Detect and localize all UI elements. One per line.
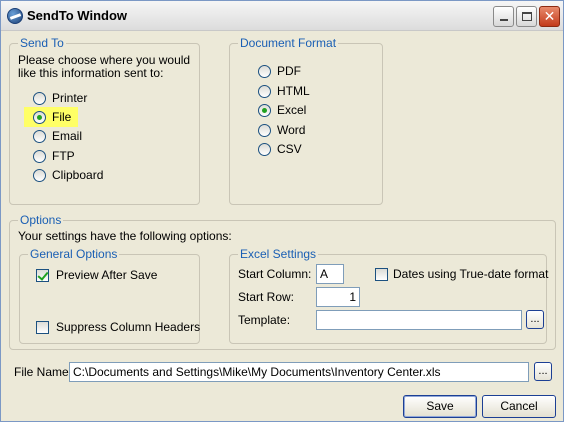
preview-after-save-checkbox[interactable] xyxy=(36,269,49,282)
options-legend: Options xyxy=(18,213,64,227)
window-title: SendTo Window xyxy=(27,8,128,23)
true-date-checkbox[interactable] xyxy=(375,268,388,281)
radio-excel-label[interactable]: Excel xyxy=(277,103,306,117)
radio-csv-label[interactable]: CSV xyxy=(277,142,302,156)
send-to-legend: Send To xyxy=(18,36,66,50)
document-format-legend: Document Format xyxy=(238,36,339,50)
file-name-label: File Name: xyxy=(14,365,73,379)
start-column-input[interactable]: A xyxy=(316,264,344,284)
suppress-column-headers-checkbox[interactable] xyxy=(36,321,49,334)
start-row-label: Start Row: xyxy=(238,290,295,304)
send-to-prompt-line2: like this information sent to: xyxy=(18,66,164,80)
radio-email[interactable] xyxy=(33,130,46,143)
radio-word[interactable] xyxy=(258,124,271,137)
radio-pdf[interactable] xyxy=(258,65,271,78)
file-name-input[interactable]: C:\Documents and Settings\Mike\My Docume… xyxy=(69,362,529,382)
minimize-icon xyxy=(499,19,508,21)
send-to-group: Send To Please choose where you would li… xyxy=(9,36,200,205)
radio-ftp-label[interactable]: FTP xyxy=(52,149,75,163)
maximize-button[interactable] xyxy=(516,6,537,27)
radio-file-label[interactable]: File xyxy=(52,110,71,124)
radio-file-selected[interactable] xyxy=(33,111,46,124)
radio-ftp[interactable] xyxy=(33,150,46,163)
close-icon: ✕ xyxy=(543,8,556,25)
radio-html[interactable] xyxy=(258,85,271,98)
excel-settings-group: Excel Settings Start Column: A Dates usi… xyxy=(229,247,548,344)
radio-email-label[interactable]: Email xyxy=(52,129,82,143)
minimize-button[interactable] xyxy=(493,6,514,27)
title-bar[interactable]: SendTo Window ✕ xyxy=(1,1,563,31)
file-name-browse-button[interactable]: ... xyxy=(534,362,552,381)
maximize-icon xyxy=(521,12,532,21)
send-to-prompt-line1: Please choose where you would xyxy=(18,53,191,67)
sendto-window: SendTo Window ✕ Send To Please choose wh… xyxy=(0,0,564,422)
save-button[interactable]: Save xyxy=(403,395,477,418)
options-group: Options Your settings have the following… xyxy=(9,213,556,350)
template-label: Template: xyxy=(238,313,291,327)
suppress-column-headers-label[interactable]: Suppress Column Headers xyxy=(56,320,200,334)
general-options-legend: General Options xyxy=(28,247,120,261)
radio-clipboard[interactable] xyxy=(33,169,46,182)
radio-printer[interactable] xyxy=(33,92,46,105)
radio-excel[interactable] xyxy=(258,104,271,117)
excel-settings-legend: Excel Settings xyxy=(238,247,319,261)
radio-html-label[interactable]: HTML xyxy=(277,84,310,98)
true-date-label[interactable]: Dates using True-date format xyxy=(393,267,548,281)
cancel-button[interactable]: Cancel xyxy=(482,395,556,418)
template-input[interactable] xyxy=(316,310,522,330)
radio-word-label[interactable]: Word xyxy=(277,123,305,137)
template-browse-button[interactable]: ... xyxy=(526,310,544,329)
options-description: Your settings have the following options… xyxy=(18,229,232,243)
start-row-input[interactable]: 1 xyxy=(316,287,360,307)
radio-clipboard-label[interactable]: Clipboard xyxy=(52,168,103,182)
document-format-group: Document Format PDF HTML Excel Word CSV xyxy=(229,36,383,205)
preview-after-save-label[interactable]: Preview After Save xyxy=(56,268,157,282)
close-button[interactable]: ✕ xyxy=(539,6,560,27)
radio-pdf-label[interactable]: PDF xyxy=(277,64,301,78)
radio-printer-label[interactable]: Printer xyxy=(52,91,87,105)
radio-csv[interactable] xyxy=(258,143,271,156)
general-options-group: General Options Preview After Save Suppr… xyxy=(19,247,200,344)
app-logo-icon xyxy=(7,8,23,24)
start-column-label: Start Column: xyxy=(238,267,312,281)
